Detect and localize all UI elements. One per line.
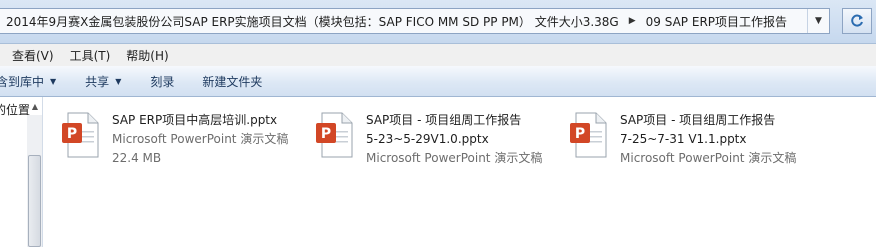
file-size: 22.4 MB <box>112 151 162 165</box>
refresh-icon <box>851 14 863 27</box>
svg-text:P: P <box>321 126 331 142</box>
menu-bar: 查看(V) 工具(T) 帮助(H) <box>0 44 876 66</box>
menu-tools[interactable]: 工具(T) <box>70 47 111 64</box>
burn-button[interactable]: 刻录 <box>150 73 174 90</box>
file-text: SAP ERP项目中高层培训.pptx Microsoft PowerPoint… <box>112 111 288 168</box>
new-folder-button[interactable]: 新建文件夹 <box>202 73 262 90</box>
nav-scrollbar[interactable] <box>27 115 42 247</box>
address-bar: 2014年9月赛X金属包装股份公司SAP ERP实施项目文档（模块包括：SAP … <box>0 0 876 44</box>
file-item[interactable]: P SAP项目 - 项目组周工作报告 5-23~5-29V1.0.pptx Mi… <box>314 103 554 165</box>
nav-item-locations[interactable]: 的位置 <box>0 101 30 118</box>
file-type: Microsoft PowerPoint 演示文稿 <box>366 151 543 165</box>
file-name-continued: 7-25~7-31 V1.1.pptx <box>620 132 747 146</box>
file-text: SAP项目 - 项目组周工作报告 7-25~7-31 V1.1.pptx Mic… <box>620 111 796 168</box>
breadcrumb[interactable]: 2014年9月赛X金属包装股份公司SAP ERP实施项目文档（模块包括：SAP … <box>0 8 830 34</box>
command-toolbar: 含到库中 ▼ 共享 ▼ 刻录 新建文件夹 <box>0 66 876 97</box>
chevron-down-icon[interactable]: ▼ <box>807 9 829 33</box>
chevron-down-icon: ▼ <box>50 76 57 86</box>
file-name-continued: 5-23~5-29V1.0.pptx <box>366 132 489 146</box>
share-label: 共享 <box>85 74 110 89</box>
nav-scrollbar-thumb[interactable] <box>28 155 41 247</box>
chevron-down-icon: ▼ <box>115 76 122 86</box>
powerpoint-file-icon: P <box>62 112 99 158</box>
powerpoint-file-icon: P <box>570 112 607 158</box>
file-item[interactable]: P SAP ERP项目中高层培训.pptx Microsoft PowerPoi… <box>60 103 300 165</box>
file-type: Microsoft PowerPoint 演示文稿 <box>620 151 797 165</box>
file-name: SAP项目 - 项目组周工作报告 <box>366 113 522 127</box>
include-in-library-label: 含到库中 <box>0 74 45 89</box>
navigation-pane: 的位置 ▲ <box>0 97 43 247</box>
file-item[interactable]: P SAP项目 - 项目组周工作报告 7-25~7-31 V1.1.pptx M… <box>568 103 808 165</box>
svg-text:P: P <box>67 126 77 142</box>
breadcrumb-item-project-docs[interactable]: 2014年9月赛X金属包装股份公司SAP ERP实施项目文档（模块包括：SAP … <box>4 13 621 30</box>
file-type: Microsoft PowerPoint 演示文稿 <box>112 132 289 146</box>
file-name: SAP ERP项目中高层培训.pptx <box>112 113 278 127</box>
include-in-library-button[interactable]: 含到库中 ▼ <box>0 73 56 90</box>
scroll-up-icon[interactable]: ▲ <box>28 99 42 113</box>
file-text: SAP项目 - 项目组周工作报告 5-23~5-29V1.0.pptx Micr… <box>366 111 542 168</box>
file-list: P SAP ERP项目中高层培训.pptx Microsoft PowerPoi… <box>44 97 876 247</box>
svg-text:P: P <box>575 126 585 142</box>
chevron-right-icon[interactable]: ▶ <box>621 16 644 26</box>
breadcrumb-item-work-report[interactable]: 09 SAP ERP项目工作报告 <box>644 13 789 30</box>
file-name: SAP项目 - 项目组周工作报告 <box>620 113 776 127</box>
menu-view[interactable]: 查看(V) <box>12 47 54 64</box>
share-button[interactable]: 共享 ▼ <box>85 73 121 90</box>
menu-help[interactable]: 帮助(H) <box>126 47 168 64</box>
powerpoint-file-icon: P <box>316 112 353 158</box>
refresh-button[interactable] <box>842 8 872 34</box>
